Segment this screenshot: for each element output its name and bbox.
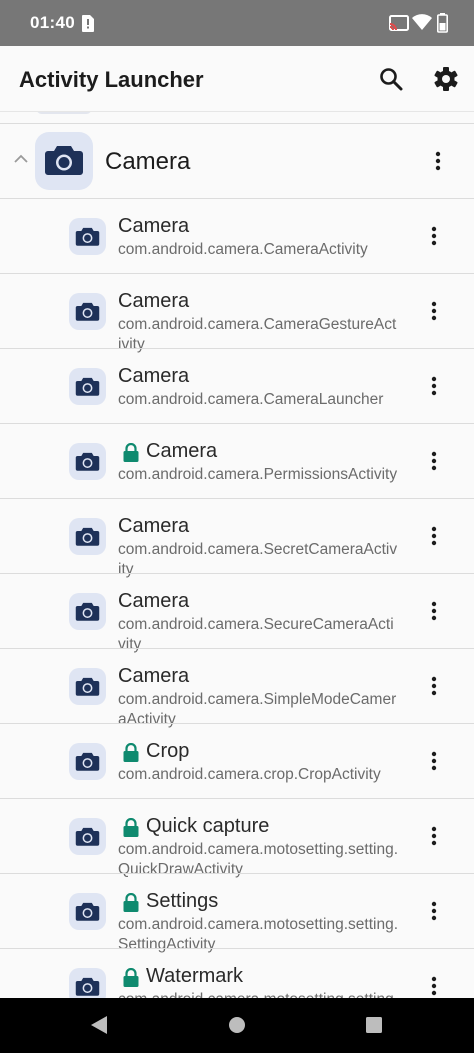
activity-class-name: com.android.camera.crop.CropActivity (118, 766, 381, 783)
activity-class-name: com.android.camera.CameraActivity (118, 241, 368, 258)
lock-icon (122, 442, 140, 462)
activity-title: Camera (118, 215, 190, 237)
activity-list-item[interactable]: Crop com.android.camera.crop.CropActivit… (0, 724, 474, 799)
activity-title: Settings (146, 890, 219, 912)
activity-list-item[interactable]: Settings com.android.camera.motosetting.… (0, 874, 474, 953)
activity-title: Camera (118, 290, 190, 312)
camera-icon (69, 218, 106, 255)
camera-icon (69, 743, 106, 780)
lock-icon (122, 892, 140, 912)
more-vert-icon[interactable] (422, 299, 446, 323)
activity-list-item[interactable]: Camera com.android.camera.SecureCameraAc… (0, 574, 474, 653)
search-icon[interactable] (377, 65, 405, 93)
camera-icon (69, 968, 106, 998)
activity-title: Quick capture (146, 815, 270, 837)
more-vert-icon[interactable] (422, 524, 446, 548)
battery-icon (437, 13, 448, 38)
more-vert-icon[interactable] (422, 674, 446, 698)
more-vert-icon[interactable] (426, 149, 450, 173)
camera-icon (69, 593, 106, 630)
activity-title: Camera (118, 515, 190, 537)
recents-icon[interactable] (366, 1017, 382, 1038)
camera-icon (69, 443, 106, 480)
activity-list-item[interactable]: Camera com.android.camera.SimpleModeCame… (0, 649, 474, 728)
activity-list-item[interactable]: Watermark com.android.camera.motosetting… (0, 949, 474, 998)
activity-list-item[interactable]: Camera com.android.camera.CameraGestureA… (0, 274, 474, 353)
activity-title: Camera (118, 590, 190, 612)
activity-class-name: com.android.camera.PermissionsActivity (118, 466, 398, 483)
home-icon[interactable] (228, 1016, 246, 1039)
activity-title: Watermark (146, 965, 244, 987)
wifi-icon (412, 14, 432, 36)
navigation-bar (0, 998, 474, 1053)
more-vert-icon[interactable] (422, 599, 446, 623)
back-icon[interactable] (90, 1015, 108, 1040)
more-vert-icon[interactable] (422, 749, 446, 773)
activity-list-item[interactable]: Camera com.android.camera.CameraLauncher (0, 349, 474, 424)
camera-icon (35, 132, 93, 190)
activity-list-item[interactable]: Quick capture com.android.camera.motoset… (0, 799, 474, 878)
sim-alert-icon (80, 15, 94, 37)
chevron-up-icon[interactable] (11, 149, 31, 169)
app-bar: Activity Launcher (0, 46, 474, 112)
status-bar: 01:40 (0, 0, 474, 46)
activity-title: Crop (146, 740, 190, 762)
cast-icon (389, 15, 409, 36)
activity-class-name: com.android.camera.motosetting.setting (118, 990, 398, 998)
activity-title: Camera (118, 365, 190, 387)
status-time: 01:40 (30, 13, 75, 32)
camera-icon (69, 293, 106, 330)
activity-list-item[interactable]: Camera com.android.camera.CameraActivity (0, 199, 474, 274)
activity-title: Camera (118, 665, 190, 687)
lock-icon (122, 817, 140, 837)
camera-icon (69, 668, 106, 705)
group-title: Camera (105, 148, 191, 175)
more-vert-icon[interactable] (422, 824, 446, 848)
app-title: Activity Launcher (19, 67, 204, 92)
app-group-camera[interactable]: Camera (0, 124, 474, 199)
activity-class-name: com.android.camera.CameraLauncher (118, 391, 384, 408)
more-vert-icon[interactable] (422, 374, 446, 398)
activity-list-item[interactable]: Camera com.android.camera.PermissionsAct… (0, 424, 474, 499)
activity-title: Camera (146, 440, 218, 462)
settings-gear-icon[interactable] (432, 65, 460, 93)
camera-icon (69, 368, 106, 405)
lock-icon (122, 967, 140, 987)
camera-icon (69, 518, 106, 555)
more-vert-icon[interactable] (422, 974, 446, 998)
previous-app-icon (36, 112, 92, 114)
more-vert-icon[interactable] (422, 224, 446, 248)
more-vert-icon[interactable] (422, 899, 446, 923)
activity-list-item[interactable]: Camera com.android.camera.SecretCameraAc… (0, 499, 474, 578)
more-vert-icon[interactable] (422, 449, 446, 473)
camera-icon (69, 893, 106, 930)
activity-list[interactable]: Camera Camera com.android.camera.CameraA… (0, 112, 474, 998)
lock-icon (122, 742, 140, 762)
camera-icon (69, 818, 106, 855)
